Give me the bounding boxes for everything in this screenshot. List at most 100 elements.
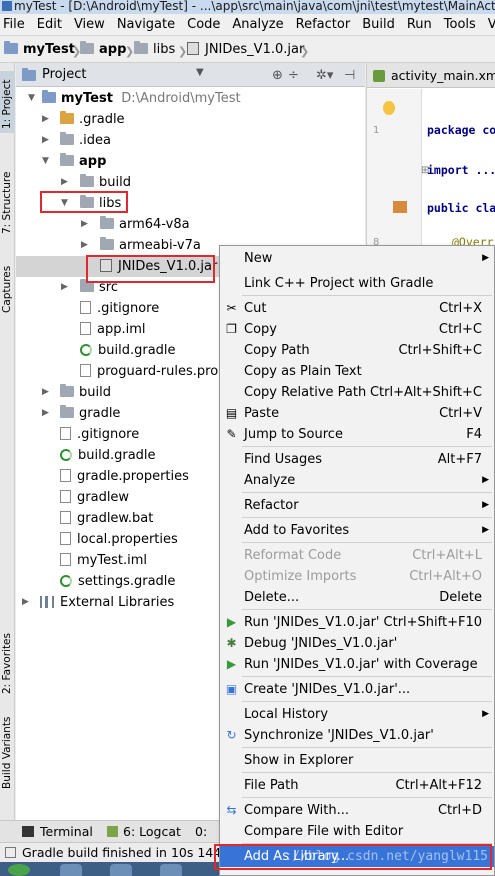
menu-analyze[interactable]: Analyze bbox=[226, 14, 289, 35]
menu-item-jump-to-source[interactable]: ✎ Jump to Source F4 bbox=[220, 424, 494, 445]
menu-view[interactable]: View bbox=[68, 14, 111, 35]
tree-item-idea[interactable]: ▶ .idea bbox=[16, 130, 365, 151]
library-icon bbox=[40, 596, 54, 608]
tab-terminal[interactable]: Terminal bbox=[40, 824, 93, 839]
code-line[interactable]: import ... bbox=[427, 163, 495, 177]
file-icon bbox=[80, 301, 91, 314]
menu-bar: File Edit View Navigate Code Analyze Refactor B… bbox=[0, 14, 495, 36]
file-icon bbox=[60, 469, 71, 482]
menu-item-analyze[interactable]: Analyze ▶ bbox=[220, 470, 494, 491]
tab-build-variants[interactable]: Build Variants bbox=[0, 713, 15, 793]
menu-item-paste[interactable]: ▤ Paste Ctrl+V bbox=[220, 403, 494, 424]
menu-item-copy-plain-text[interactable]: Copy as Plain Text bbox=[220, 361, 494, 382]
menu-item-copy[interactable]: ❐ Copy Ctrl+C bbox=[220, 319, 494, 340]
menu-item-copy-path[interactable]: Copy Path Ctrl+Shift+C bbox=[220, 340, 494, 361]
menu-item-debug[interactable]: ✱ Debug 'JNIDes_V1.0.jar' bbox=[220, 633, 494, 654]
folder-icon bbox=[60, 405, 74, 418]
menu-item-local-history[interactable]: Local History ▶ bbox=[220, 704, 494, 725]
menu-item-delete[interactable]: Delete... Delete bbox=[220, 587, 494, 608]
tree-item-mytest[interactable]: ▼ myTest D:\Android\myTest bbox=[16, 88, 365, 109]
taskbar-app-icon[interactable] bbox=[110, 864, 132, 876]
project-view-title[interactable]: Project bbox=[42, 67, 86, 82]
file-icon bbox=[80, 322, 91, 335]
chevron-right-icon: ▶ bbox=[42, 387, 49, 397]
tab-other[interactable]: 0: bbox=[195, 824, 207, 839]
menu-item-new[interactable]: New ▶ bbox=[220, 248, 494, 269]
tree-item-app-build[interactable]: ▶ build bbox=[16, 172, 365, 193]
breadcrumb-project[interactable]: myTest bbox=[4, 41, 75, 59]
chevron-down-icon: ▼ bbox=[28, 93, 35, 103]
submenu-arrow-icon: ▶ bbox=[482, 475, 489, 485]
menu-edit[interactable]: Edit bbox=[31, 14, 68, 35]
menu-separator bbox=[242, 295, 492, 296]
collapse-all-icon[interactable]: ÷ bbox=[288, 68, 299, 83]
breadcrumb-libs[interactable]: libs bbox=[134, 41, 175, 59]
taskbar-app-icon[interactable] bbox=[160, 864, 182, 876]
menu-build[interactable]: Build bbox=[356, 14, 401, 35]
chevron-down-icon: ▼ bbox=[42, 156, 49, 166]
tab-structure[interactable]: 7: Structure bbox=[0, 158, 15, 238]
tab-captures[interactable]: Captures bbox=[0, 255, 15, 317]
menu-tools[interactable]: Tools bbox=[438, 14, 482, 35]
app-icon bbox=[2, 1, 12, 11]
menu-separator bbox=[242, 542, 492, 543]
compare-icon: ⇆ bbox=[226, 803, 237, 817]
menu-code[interactable]: Code bbox=[181, 14, 226, 35]
menu-item-run[interactable]: ▶ Run 'JNIDes_V1.0.jar' Ctrl+Shift+F10 bbox=[220, 612, 494, 633]
menu-item-run-with-coverage[interactable]: ▶ Run 'JNIDes_V1.0.jar' with Coverage bbox=[220, 654, 494, 675]
chevron-down-icon[interactable]: ▼ bbox=[196, 67, 204, 78]
tree-item-app[interactable]: ▼ app bbox=[16, 151, 365, 172]
folder-icon bbox=[60, 111, 74, 124]
menu-item-add-to-favorites[interactable]: Add to Favorites ▶ bbox=[220, 520, 494, 541]
edit-icon: ✎ bbox=[226, 427, 237, 441]
menu-item-find-usages[interactable]: Find Usages Alt+F7 bbox=[220, 449, 494, 470]
menu-item-reformat-code[interactable]: Reformat Code Ctrl+Alt+L bbox=[220, 545, 494, 566]
chevron-right-icon: ▶ bbox=[42, 114, 49, 124]
menu-refactor[interactable]: Refactor bbox=[290, 14, 357, 35]
code-line[interactable]: package co bbox=[427, 123, 495, 137]
xml-file-icon bbox=[373, 70, 385, 82]
menu-item-compare-file-with-editor[interactable]: Compare File with Editor bbox=[220, 821, 494, 842]
menu-item-file-path[interactable]: File Path Ctrl+Alt+F12 bbox=[220, 775, 494, 796]
editor-tab-activity-main[interactable]: activity_main.xml bbox=[367, 63, 495, 88]
start-button-icon[interactable] bbox=[8, 864, 30, 876]
tree-item-gradle-dir[interactable]: ▶ .gradle bbox=[16, 109, 365, 130]
window-title: myTest - [D:\Android\myTest] - ...\app\s… bbox=[14, 0, 495, 13]
project-view-icon bbox=[22, 68, 36, 81]
gear-icon[interactable]: ✲▾ bbox=[316, 68, 333, 83]
status-toggle-icon[interactable] bbox=[5, 847, 16, 858]
menu-item-show-in-explorer[interactable]: Show in Explorer bbox=[220, 750, 494, 771]
coverage-icon: ▶ bbox=[226, 657, 237, 671]
menu-file[interactable]: File bbox=[0, 14, 31, 35]
menu-item-link-cpp[interactable]: Link C++ Project with Gradle bbox=[220, 273, 494, 294]
override-marker-icon[interactable] bbox=[393, 201, 407, 213]
menu-item-refactor[interactable]: Refactor ▶ bbox=[220, 495, 494, 516]
menu-separator bbox=[242, 772, 492, 773]
menu-navigate[interactable]: Navigate bbox=[111, 14, 181, 35]
menu-item-optimize-imports[interactable]: Optimize Imports Ctrl+Alt+O bbox=[220, 566, 494, 587]
breadcrumb-jar[interactable]: JNIDes_V1.0.jar bbox=[187, 41, 304, 59]
menu-item-compare-with[interactable]: ⇆ Compare With... Ctrl+D bbox=[220, 800, 494, 821]
hide-panel-icon[interactable]: ⊣ bbox=[344, 68, 355, 83]
tab-favorites[interactable]: 2: Favorites bbox=[0, 618, 15, 698]
menu-vcs[interactable]: VCS bbox=[482, 14, 495, 35]
menu-item-copy-relative-path[interactable]: Copy Relative Path Ctrl+Alt+Shift+C bbox=[220, 382, 494, 403]
code-line[interactable]: public cla bbox=[427, 201, 495, 215]
scroll-from-source-icon[interactable]: ⊕ bbox=[272, 68, 283, 83]
breadcrumb-app[interactable]: app bbox=[80, 41, 126, 59]
annotation-box-jar bbox=[86, 255, 215, 283]
tree-item-arm64[interactable]: ▶ arm64-v8a bbox=[16, 214, 365, 235]
menu-item-synchronize[interactable]: ↻ Synchronize 'JNIDes_V1.0.jar' bbox=[220, 725, 494, 746]
file-icon bbox=[60, 511, 71, 524]
breadcrumb: myTest ❯ app ❯ libs ❯ JNIDes_V1.0.jar ❯ bbox=[0, 37, 495, 63]
tab-project[interactable]: 1: Project bbox=[0, 71, 15, 133]
menu-separator bbox=[242, 701, 492, 702]
lightbulb-icon[interactable] bbox=[383, 101, 395, 115]
menu-item-create-config[interactable]: ▣ Create 'JNIDes_V1.0.jar'... bbox=[220, 679, 494, 700]
taskbar-app-icon[interactable] bbox=[60, 864, 82, 876]
menu-item-cut[interactable]: ✂ Cut Ctrl+X bbox=[220, 298, 494, 319]
menu-run[interactable]: Run bbox=[401, 14, 438, 35]
tab-logcat[interactable]: 6: Logcat bbox=[123, 824, 181, 839]
submenu-arrow-icon: ▶ bbox=[482, 253, 489, 263]
chevron-right-icon: ▶ bbox=[81, 219, 88, 229]
